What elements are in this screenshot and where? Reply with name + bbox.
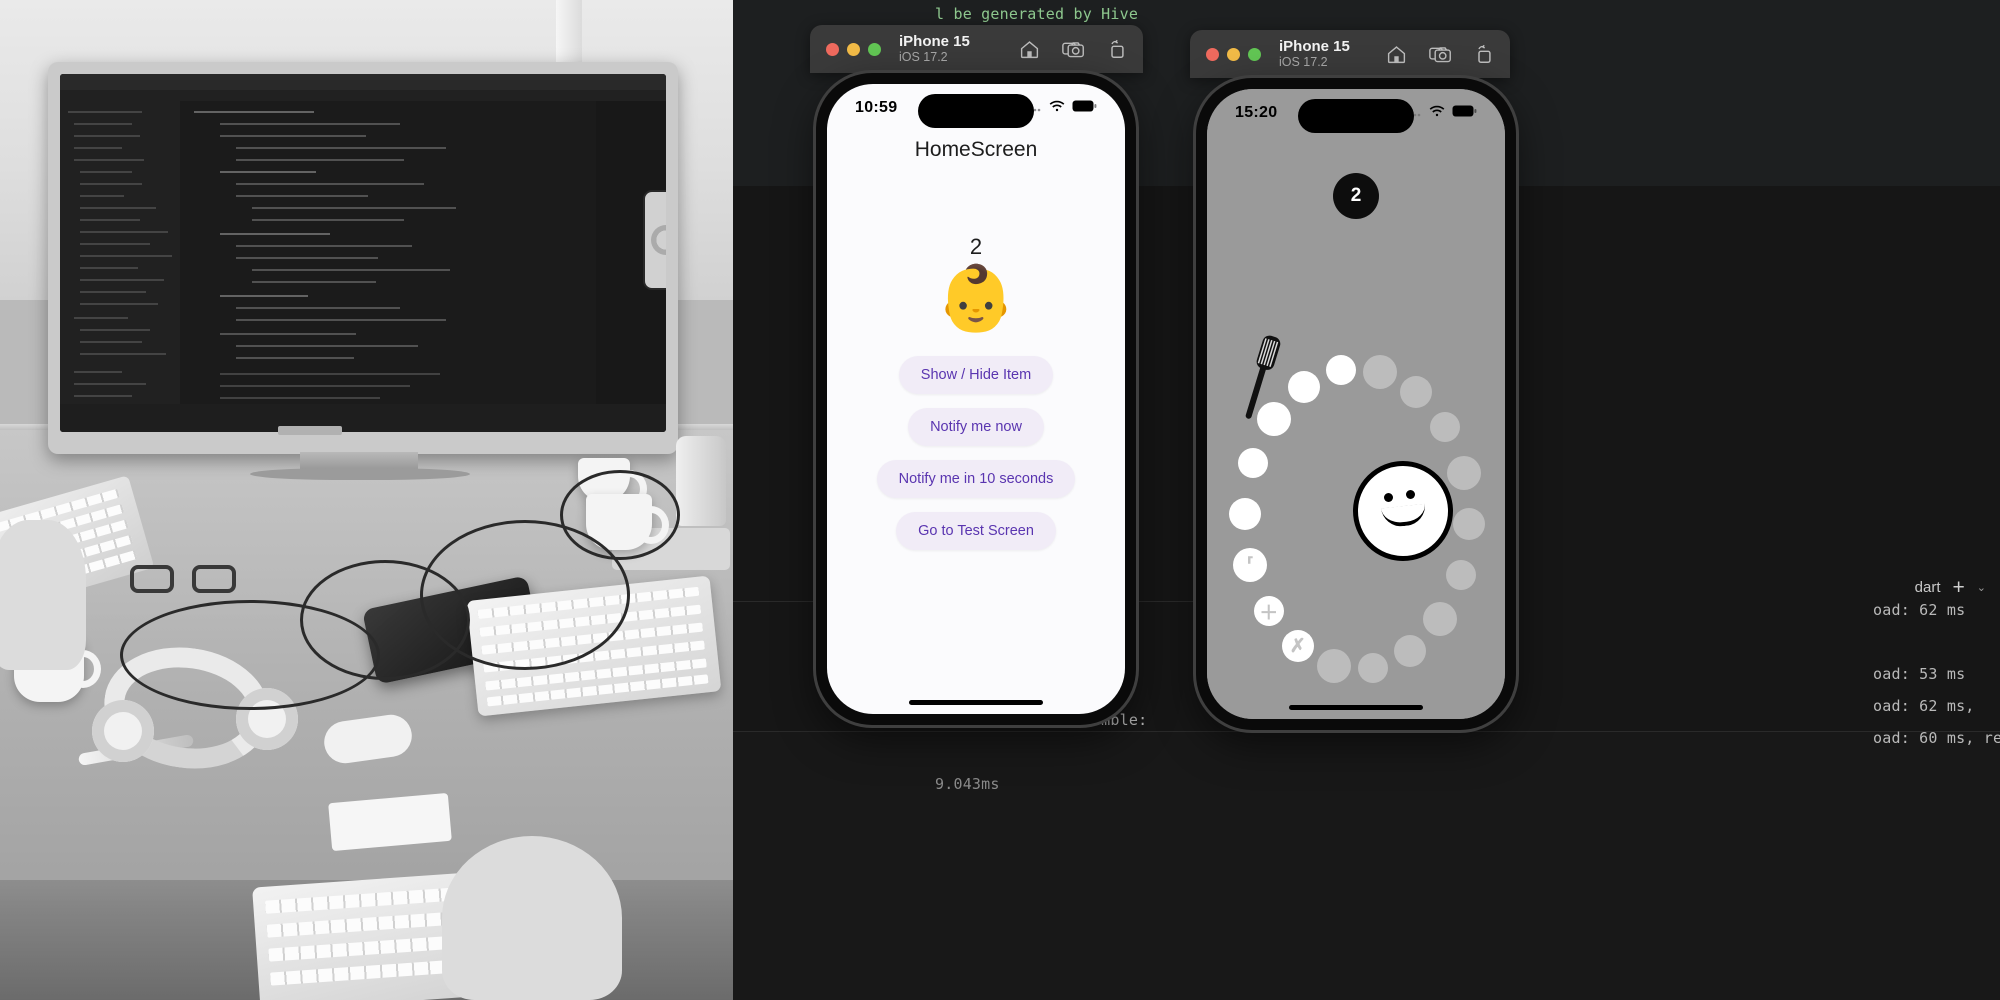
screenshot-icon[interactable] <box>1062 39 1085 60</box>
terminal-line: oad: 62 ms <box>1873 601 1966 619</box>
chevron-down-icon[interactable]: ⌄ <box>1977 581 1986 594</box>
tooth[interactable] <box>1256 401 1291 436</box>
status-icons <box>1405 104 1477 122</box>
show-hide-item-button[interactable]: Show / Hide Item <box>898 356 1054 394</box>
terminal-line: 9.043ms <box>935 775 1000 793</box>
simulator-window-a[interactable]: iPhone 15 iOS 17.2 10:59 HomeScreen 2 👶 … <box>810 25 1143 725</box>
minimize-button[interactable] <box>847 42 860 56</box>
status-badge: 2 <box>1333 173 1379 219</box>
simulator-a-os-version: iOS 17.2 <box>899 49 948 64</box>
simulator-a-screen[interactable]: 10:59 HomeScreen 2 👶 Show / Hide Item No… <box>827 84 1125 714</box>
terminal-line: l be generated by Hive <box>935 5 1139 23</box>
photo-monitor <box>48 62 678 454</box>
close-button[interactable] <box>1206 47 1219 61</box>
tooth-mark: ＋ <box>1259 602 1279 624</box>
photo-wall-stripe <box>556 0 582 66</box>
battery-icon <box>1072 99 1097 117</box>
simulator-a-phone-frame[interactable]: 10:59 HomeScreen 2 👶 Show / Hide Item No… <box>816 73 1136 725</box>
rotate-icon[interactable] <box>1474 44 1494 65</box>
tooth[interactable] <box>1288 370 1321 403</box>
wifi-icon <box>1049 99 1065 117</box>
tooth[interactable] <box>1316 648 1351 683</box>
wifi-icon <box>1429 104 1445 122</box>
terminal-tab-dart[interactable]: dart <box>1915 579 1941 596</box>
tooth-mark: ⸢ <box>1246 554 1255 576</box>
rotate-icon[interactable] <box>1107 39 1127 60</box>
simulator-b-statusbar: 15:20 <box>1207 89 1505 137</box>
counter-value: 2 <box>969 234 983 259</box>
tooth-mark: ✗ <box>1289 635 1306 657</box>
tooth[interactable] <box>1326 355 1357 386</box>
tooth[interactable] <box>1229 497 1262 530</box>
status-icons <box>1025 99 1097 117</box>
close-button[interactable] <box>826 42 839 56</box>
photo-ide-sidebar <box>60 101 180 404</box>
page-title: HomeScreen <box>914 138 1038 161</box>
photo-headphone-cup-left <box>92 700 154 762</box>
battery-icon <box>1452 104 1477 122</box>
add-terminal-button[interactable]: + <box>1953 577 1965 598</box>
simulator-a-title-block: iPhone 15 iOS 17.2 <box>899 33 970 66</box>
terminal-line: oad: 60 ms, reassemble: 63 ms). <box>1873 729 2000 747</box>
home-indicator[interactable] <box>909 700 1043 705</box>
photo-glasses <box>130 562 250 596</box>
tooth[interactable] <box>1357 652 1388 683</box>
photo-bottle <box>676 436 726 526</box>
simulator-b-titlebar[interactable]: iPhone 15 iOS 17.2 <box>1190 30 1510 78</box>
simulator-a-titlebar[interactable]: iPhone 15 iOS 17.2 <box>810 25 1143 73</box>
photo-ide-code <box>180 101 666 411</box>
tooth[interactable] <box>1452 508 1485 541</box>
baby-emoji: 👶 <box>936 262 1016 334</box>
tooth[interactable] <box>1238 447 1269 478</box>
terminal-line: oad: 53 ms <box>1873 665 1966 683</box>
notify-now-button[interactable]: Notify me now <box>908 408 1044 446</box>
tooth[interactable] <box>1423 602 1458 637</box>
simulator-b-device-name: iPhone 15 <box>1279 37 1350 55</box>
teeth-screen: 15:20 2 ⸢ ＋ ✗ <box>1207 89 1505 719</box>
smiley-face-icon[interactable] <box>1353 461 1453 561</box>
photo-inline-simulator <box>643 190 666 290</box>
simulator-b-toolbar[interactable] <box>1386 44 1494 65</box>
simulator-b-os-version: iOS 17.2 <box>1279 54 1328 69</box>
status-clock: 10:59 <box>855 99 898 116</box>
tooth[interactable] <box>1430 411 1461 442</box>
photo-monitor-screen <box>60 74 666 432</box>
photo-hand-left <box>0 520 86 670</box>
terminal-line: oad: 62 ms, <box>1873 697 1975 715</box>
simulator-a-device-name: iPhone 15 <box>899 32 970 50</box>
screenshot-icon[interactable] <box>1429 44 1452 65</box>
zoom-button[interactable] <box>1248 47 1261 61</box>
simulator-a-toolbar[interactable] <box>1019 39 1127 60</box>
dynamic-island <box>1298 99 1414 133</box>
simulator-b-screen[interactable]: 15:20 2 ⸢ ＋ ✗ <box>1207 89 1505 719</box>
tooth[interactable] <box>1363 355 1398 390</box>
screenshot-root: l be generated by HiveeId for Hiveoad: 5… <box>0 0 2000 1000</box>
dynamic-island <box>918 94 1034 128</box>
simulator-b-title-block: iPhone 15 iOS 17.2 <box>1279 38 1350 71</box>
tooth[interactable] <box>1400 375 1433 408</box>
home-icon[interactable] <box>1386 44 1407 65</box>
zoom-button[interactable] <box>868 42 881 56</box>
photo-hand-right <box>442 836 622 1000</box>
minimize-button[interactable] <box>1227 47 1240 61</box>
simulator-b-phone-frame[interactable]: 15:20 2 ⸢ ＋ ✗ <box>1196 78 1516 730</box>
action-button-list: Show / Hide Item Notify me now Notify me… <box>827 356 1125 550</box>
home-icon[interactable] <box>1019 39 1040 60</box>
go-to-test-screen-button[interactable]: Go to Test Screen <box>896 512 1056 550</box>
terminal-tabbar[interactable]: dart + ⌄ <box>1800 572 2000 602</box>
desk-photo <box>0 0 733 1000</box>
tooth[interactable] <box>1393 635 1426 668</box>
tooth[interactable] <box>1445 560 1476 591</box>
simulator-window-b[interactable]: iPhone 15 iOS 17.2 15:20 2 ⸢ ＋ ✗ <box>1190 30 1522 730</box>
notify-in-10-seconds-button[interactable]: Notify me in 10 seconds <box>876 460 1076 498</box>
status-clock: 15:20 <box>1235 104 1278 121</box>
simulator-a-traffic-lights[interactable] <box>826 42 881 56</box>
home-indicator[interactable] <box>1289 705 1423 710</box>
simulator-b-traffic-lights[interactable] <box>1206 47 1261 61</box>
tooth[interactable] <box>1446 455 1481 490</box>
simulator-a-statusbar: 10:59 <box>827 84 1125 132</box>
